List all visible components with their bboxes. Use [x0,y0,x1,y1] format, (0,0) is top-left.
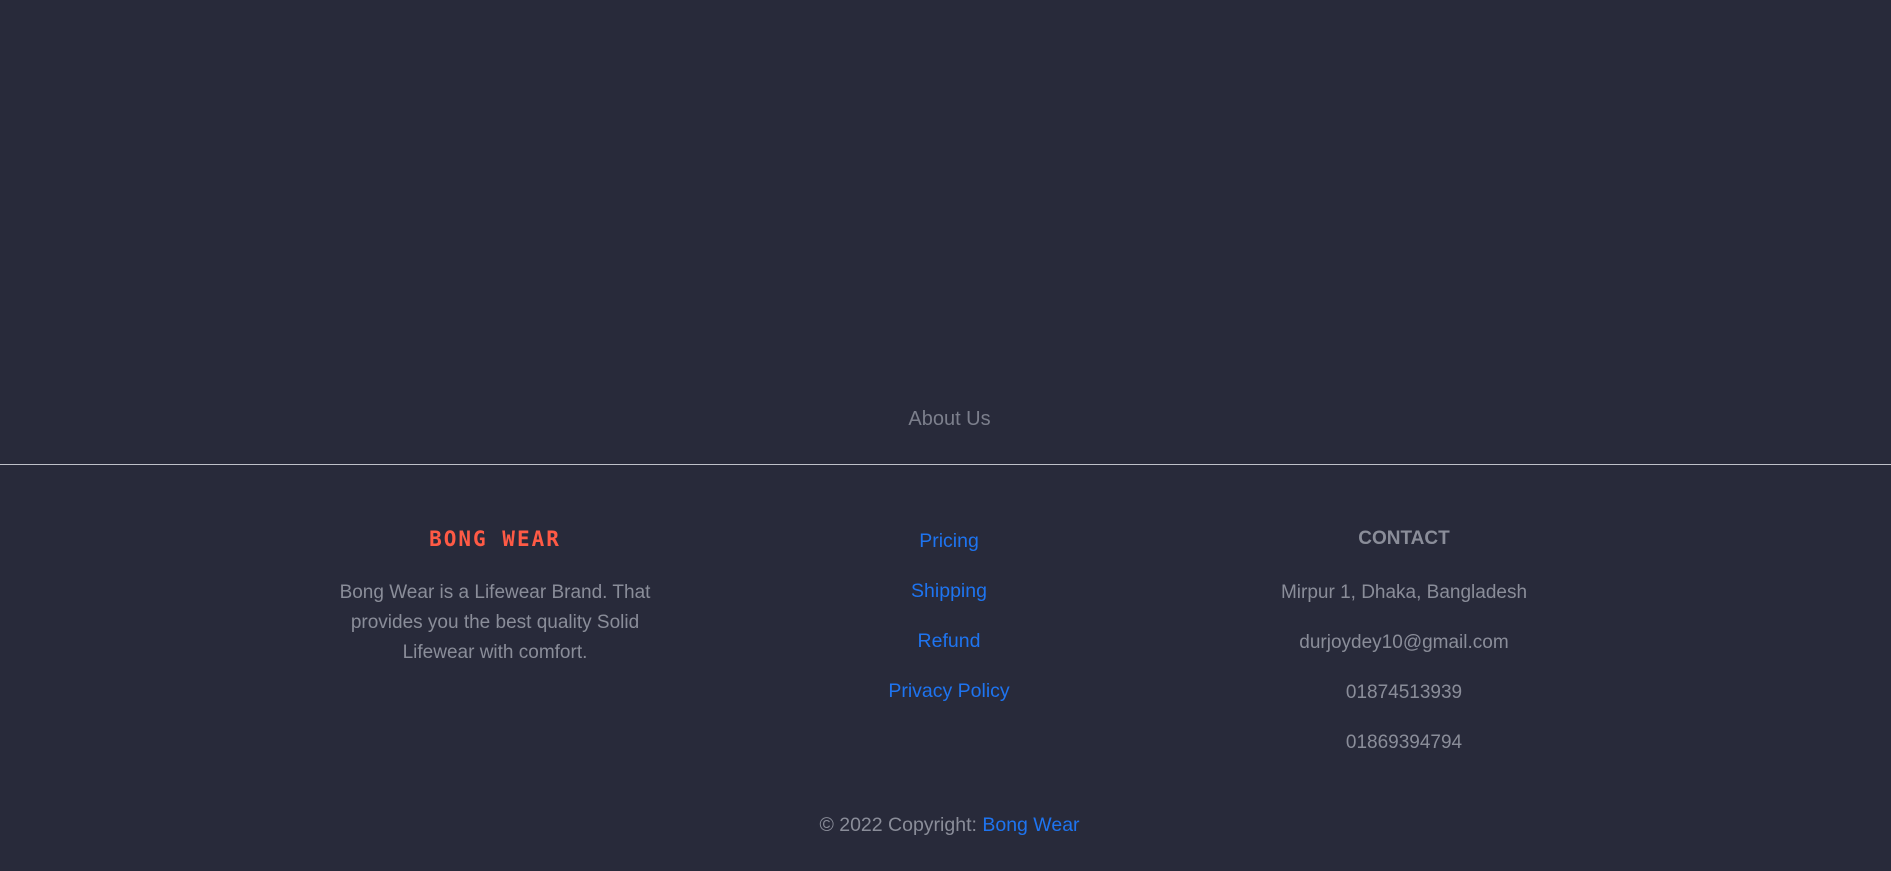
copyright-bar: © 2022 Copyright: Bong Wear [0,810,1891,840]
footer-divider [0,464,1891,465]
about-us-link[interactable]: About Us [0,408,1891,431]
pricing-link[interactable]: Pricing [779,526,1119,556]
copyright-brand-link[interactable]: Bong Wear [982,814,1079,836]
refund-link[interactable]: Refund [779,626,1119,656]
page: About Us BONG WEAR Bong Wear is a Lifewe… [0,0,1891,871]
brand-column: BONG WEAR Bong Wear is a Lifewear Brand.… [325,524,665,668]
contact-phone-1: 01874513939 [1345,682,1463,703]
brand-description: Bong Wear is a Lifewear Brand. That prov… [339,582,651,663]
contact-heading: CONTACT [1358,528,1450,549]
contact-address: Mirpur 1, Dhaka, Bangladesh [1280,582,1528,603]
brand-logo[interactable]: BONG WEAR [325,524,665,554]
contact-email: durjoydey10@gmail.com [1299,632,1509,653]
contact-column: CONTACT Mirpur 1, Dhaka, Bangladesh durj… [1234,524,1574,758]
shipping-link[interactable]: Shipping [779,576,1119,606]
copyright-text: © 2022 Copyright: [819,814,977,836]
privacy-policy-link[interactable]: Privacy Policy [779,676,1119,706]
links-column: Pricing Shipping Refund Privacy Policy [779,526,1119,726]
contact-phone-2: 01869394794 [1345,732,1463,753]
